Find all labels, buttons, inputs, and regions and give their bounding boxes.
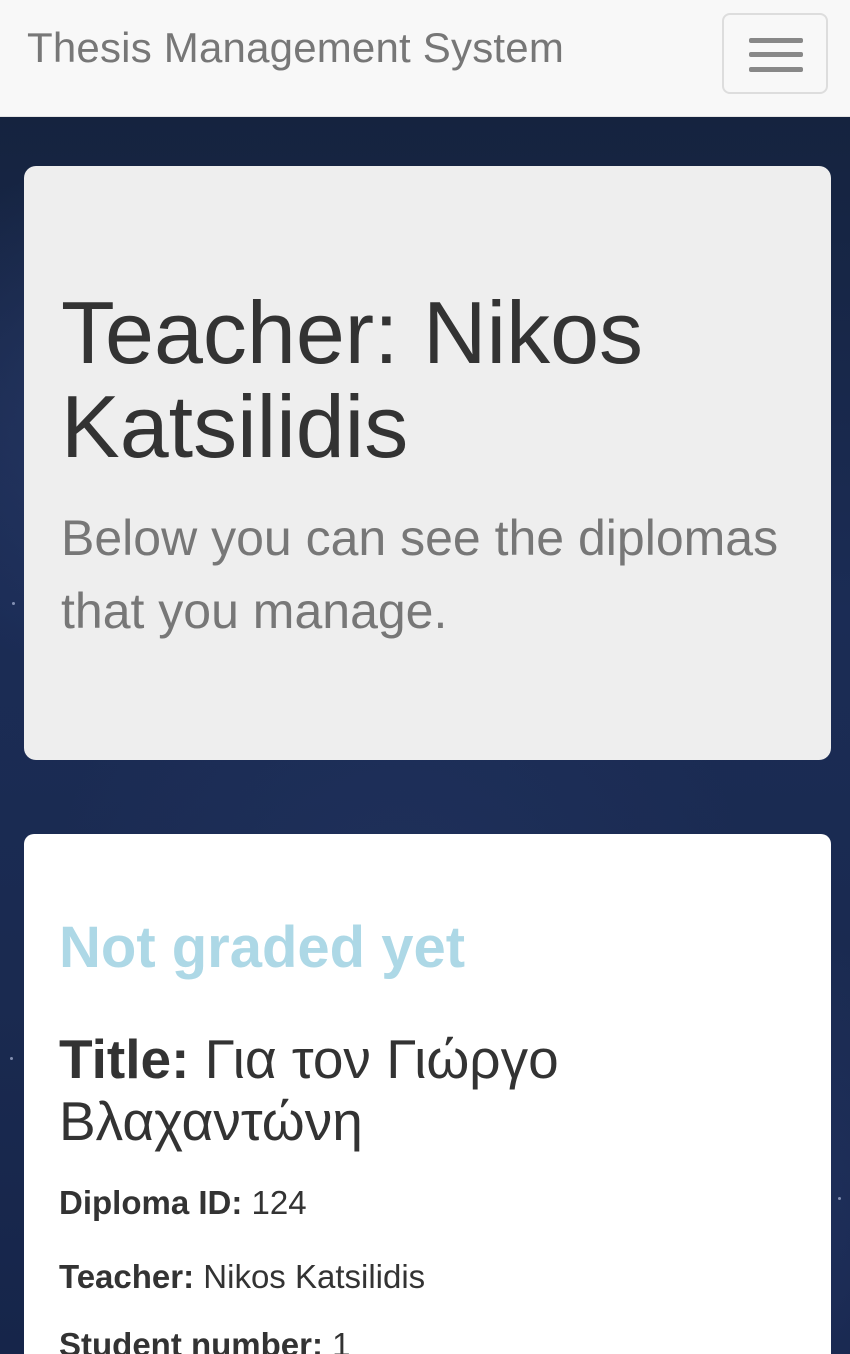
background-star	[12, 602, 15, 605]
diploma-id-label: Diploma ID:	[59, 1184, 252, 1221]
diploma-id-value: 124	[251, 1184, 307, 1221]
navbar-toggle-button[interactable]	[722, 13, 828, 94]
diploma-title: Title: Για τον Γιώργο Βλαχαντώνη	[59, 1028, 799, 1152]
background-star	[838, 1197, 841, 1200]
teacher-value: Nikos Katsilidis	[203, 1258, 426, 1295]
student-number-label: Student number:	[59, 1326, 333, 1354]
grade-status: Not graded yet	[59, 915, 466, 980]
teacher-jumbotron: Teacher: Nikos Katsilidis Below you can …	[24, 166, 831, 760]
jumbotron-lead: Below you can see the diplomas that you …	[61, 510, 779, 639]
teacher-row: Teacher: Nikos Katsilidis	[59, 1258, 425, 1296]
teacher-heading: Teacher: Nikos Katsilidis	[61, 283, 644, 476]
diploma-card: Not graded yet Title: Για τον Γιώργο Βλα…	[24, 834, 831, 1354]
student-number-value: 1	[332, 1326, 351, 1354]
title-label: Title:	[59, 1028, 205, 1090]
student-number-row: Student number: 1	[59, 1326, 351, 1354]
brand-link[interactable]: Thesis Management System	[27, 24, 564, 72]
diploma-id-row: Diploma ID: 124	[59, 1184, 307, 1222]
teacher-label: Teacher:	[59, 1258, 204, 1295]
top-navbar: Thesis Management System	[0, 0, 850, 117]
background-star	[10, 1057, 13, 1060]
